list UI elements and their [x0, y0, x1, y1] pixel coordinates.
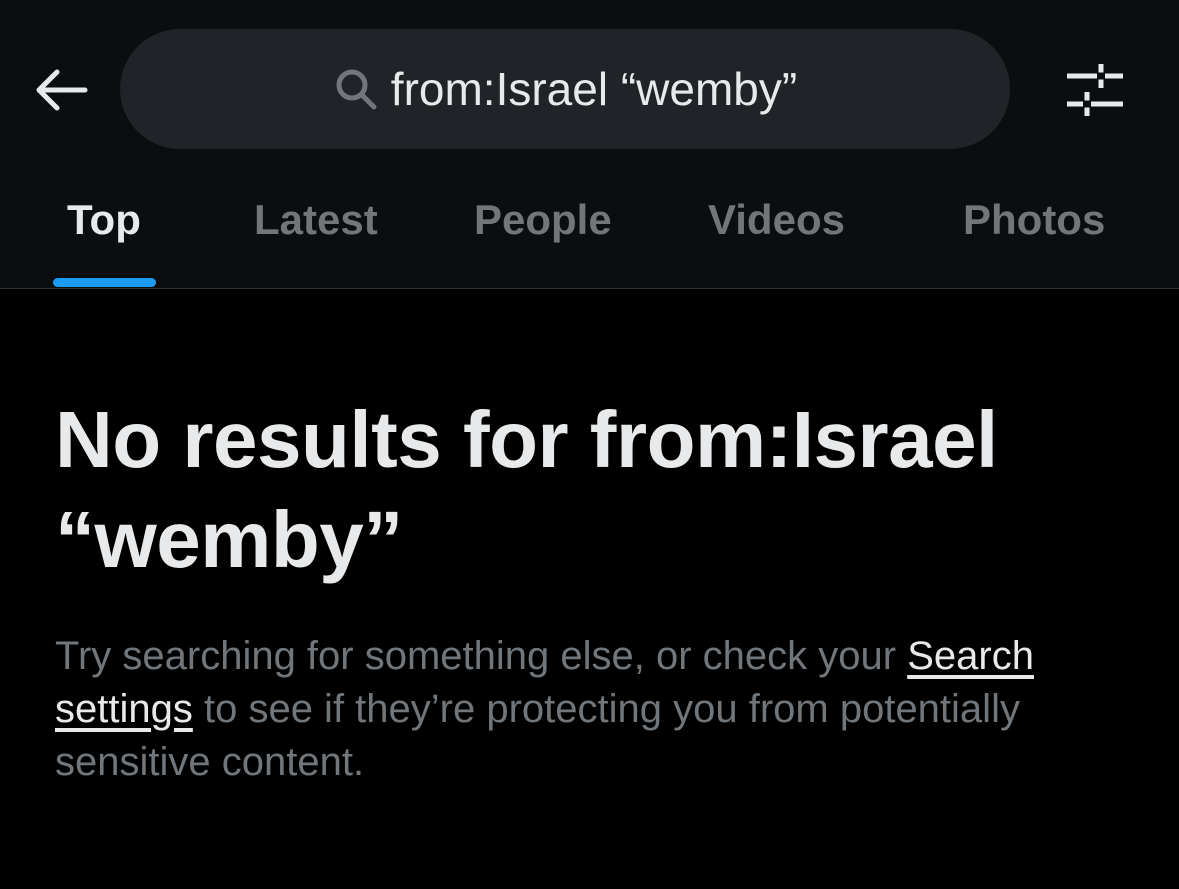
tab-top[interactable]: Top	[67, 196, 141, 288]
tab-latest[interactable]: Latest	[254, 196, 378, 288]
search-icon	[333, 66, 379, 112]
empty-state-message: Try searching for something else, or che…	[55, 630, 1145, 789]
message-text-after: to see if they’re protecting you from po…	[55, 687, 1020, 784]
back-button[interactable]	[30, 62, 92, 118]
search-field[interactable]: from:Israel “wemby”	[120, 29, 1010, 149]
tab-photos[interactable]: Photos	[963, 196, 1105, 288]
tab-people[interactable]: People	[474, 196, 612, 288]
tab-videos[interactable]: Videos	[708, 196, 845, 288]
search-filter-button[interactable]	[1062, 58, 1128, 122]
sliders-icon	[1067, 64, 1123, 116]
search-header: from:Israel “wemby” Top Latest People Vi…	[0, 0, 1179, 289]
message-text-before: Try searching for something else, or che…	[55, 634, 908, 678]
empty-state: No results for from:Israel “wemby” Try s…	[55, 390, 1145, 789]
active-tab-indicator	[53, 278, 156, 287]
arrow-left-icon	[36, 69, 88, 111]
search-tabs: Top Latest People Videos Photos	[0, 170, 1179, 288]
empty-state-title: No results for from:Israel “wemby”	[55, 395, 998, 584]
search-query[interactable]: from:Israel “wemby”	[391, 62, 797, 116]
